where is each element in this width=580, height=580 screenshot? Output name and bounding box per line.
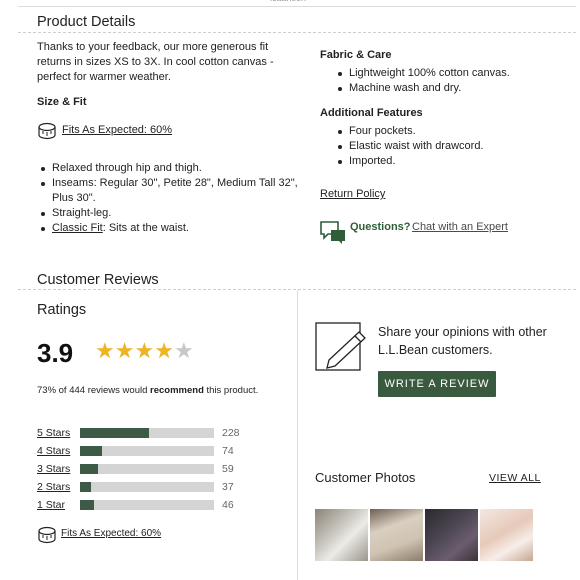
rating-bar-fill (80, 482, 92, 492)
rating-bar-row[interactable]: 2 Stars 37 (37, 480, 267, 494)
star-icon: ★ (173, 339, 194, 364)
chat-with-expert-link[interactable]: Chat with an Expert (412, 220, 508, 235)
rating-bar-fill (80, 464, 98, 474)
recommend-prefix: 73% of 444 reviews would (37, 385, 151, 396)
rating-bar-track (80, 446, 214, 456)
size-bullet: Inseams: Regular 30", Petite 28", Medium… (38, 176, 300, 206)
fit-link[interactable]: Fits As Expected: 60% (62, 123, 172, 138)
recommend-suffix: this product. (203, 385, 259, 396)
return-policy-link[interactable]: Return Policy (320, 187, 385, 202)
features-bullets: Four pockets. Elastic waist with drawcor… (335, 124, 565, 169)
rating-bar-count: 46 (222, 499, 234, 511)
fabric-bullet: Machine wash and dry. (335, 81, 565, 96)
star-rating: ★★★★★ (95, 341, 194, 363)
rating-bar-label[interactable]: 2 Stars (37, 480, 70, 494)
customer-photo[interactable] (480, 509, 533, 561)
customer-reviews-title: Customer Reviews (37, 272, 159, 288)
star-icon: ★ (95, 339, 115, 364)
ratings-title: Ratings (37, 302, 87, 318)
details-divider (18, 32, 576, 33)
top-fragment: lcaantion (270, 0, 306, 3)
rating-bar-count: 74 (222, 445, 234, 457)
rating-bar-track (80, 500, 214, 510)
rating-bar-fill (80, 428, 149, 438)
star-icon: ★ (154, 339, 174, 364)
rating-bar-row[interactable]: 1 Star 46 (37, 498, 267, 512)
feature-bullet: Imported. (335, 154, 565, 169)
rating-bar-label[interactable]: 5 Stars (37, 426, 70, 440)
additional-features-heading: Additional Features (320, 107, 423, 119)
feature-bullet: Four pockets. (335, 124, 565, 139)
feature-bullet: Elastic waist with drawcord. (335, 139, 565, 154)
rating-bar-fill (80, 500, 94, 510)
tape-measure-icon (37, 122, 57, 140)
recommend-bold: recommend (150, 385, 204, 396)
customer-photo[interactable] (315, 509, 368, 561)
rating-bar-count: 228 (222, 427, 240, 439)
average-rating: 3.9 (37, 338, 74, 368)
size-bullet: Classic Fit: Sits at the waist. (38, 221, 300, 236)
tape-measure-icon (37, 526, 57, 544)
customer-photo[interactable] (425, 509, 478, 561)
view-all-link[interactable]: VIEW ALL (489, 472, 541, 484)
size-fit-heading: Size & Fit (37, 96, 87, 108)
details-intro: Thanks to your feedback, our more genero… (37, 41, 274, 83)
rating-bar-count: 37 (222, 481, 234, 493)
classic-fit-text: : Sits at the waist. (102, 222, 189, 234)
reviews-fit-link[interactable]: Fits As Expected: 60% (61, 527, 161, 540)
pencil-icon (315, 322, 367, 372)
rating-bar-track (80, 482, 214, 492)
rating-bar-track (80, 464, 214, 474)
star-icon: ★ (114, 339, 135, 364)
rating-bar-row[interactable]: 3 Stars 59 (37, 462, 267, 476)
size-bullet: Straight-leg. (38, 206, 300, 221)
column-divider (297, 290, 298, 580)
recommend-text: 73% of 444 reviews would recommend this … (37, 384, 258, 397)
customer-photo[interactable] (370, 509, 423, 561)
rating-bar-track (80, 428, 214, 438)
chat-bubbles-icon[interactable] (320, 221, 346, 245)
product-details-title: Product Details (37, 14, 136, 30)
rating-bar-label[interactable]: 4 Stars (37, 444, 70, 458)
size-bullet: Relaxed through hip and thigh. (38, 161, 300, 176)
share-opinion-text: Share your opinions with other L.L.Bean … (378, 325, 547, 357)
rating-bar-row[interactable]: 5 Stars 228 (37, 426, 267, 440)
top-divider (18, 6, 576, 7)
rating-bar-row[interactable]: 4 Stars 74 (37, 444, 267, 458)
star-icon: ★ (134, 339, 155, 364)
classic-fit-link[interactable]: Classic Fit (52, 222, 103, 234)
rating-bar-fill (80, 446, 103, 456)
questions-label: Questions? (350, 221, 411, 233)
rating-bar-label[interactable]: 3 Stars (37, 462, 70, 476)
write-review-button[interactable]: WRITE A REVIEW (378, 371, 496, 397)
fabric-bullets: Lightweight 100% cotton canvas. Machine … (335, 66, 565, 96)
fabric-bullet: Lightweight 100% cotton canvas. (335, 66, 565, 81)
rating-bar-count: 59 (222, 463, 234, 475)
fabric-care-heading: Fabric & Care (320, 49, 392, 61)
rating-bar-label[interactable]: 1 Star (37, 498, 65, 512)
customer-photos-title: Customer Photos (315, 470, 416, 485)
size-bullets: Relaxed through hip and thigh. Inseams: … (38, 161, 300, 236)
